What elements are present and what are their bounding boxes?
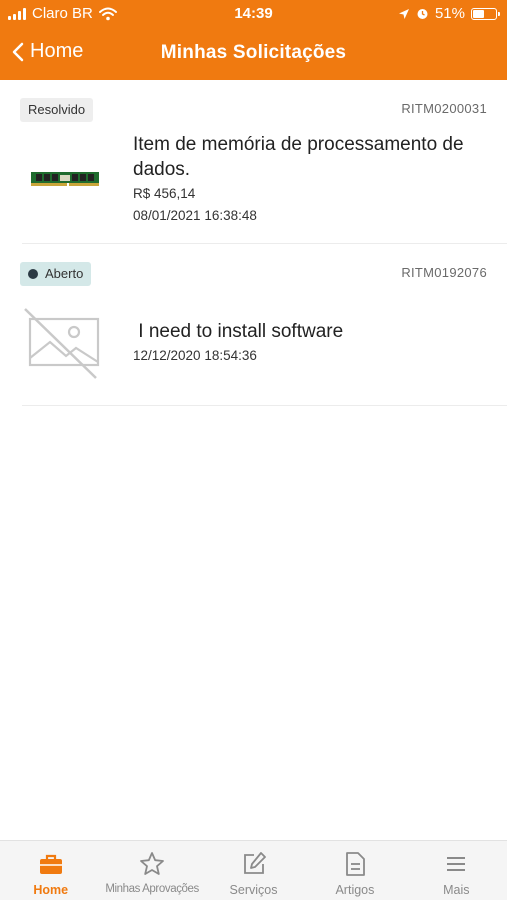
- tab-minhas-aprovacoes[interactable]: Minhas Aprovações: [101, 841, 202, 900]
- request-date: 12/12/2020 18:54:36: [133, 348, 257, 363]
- battery-percent: 51%: [434, 5, 465, 22]
- status-badge-open: Aberto: [20, 262, 92, 286]
- status-badge-resolved: Resolvido: [20, 98, 94, 122]
- edit-icon: [243, 852, 266, 874]
- star-icon: [140, 852, 165, 875]
- ram-module-image: [31, 172, 99, 186]
- status-dot-icon: [28, 269, 38, 279]
- tab-mais[interactable]: Mais: [406, 841, 507, 900]
- tab-home[interactable]: Home: [0, 841, 101, 900]
- request-title: I need to install software: [133, 321, 344, 342]
- battery-icon: [471, 7, 500, 20]
- page-title: Minhas Solicitações: [160, 42, 347, 63]
- navigation-bar: Home Minhas Solicitações: [0, 34, 507, 74]
- tab-label: Home: [33, 883, 69, 897]
- request-number: RITM0200031: [401, 101, 487, 116]
- bottom-tab-bar: Home Minhas Aprovações Serviços Artigos …: [0, 840, 507, 900]
- tab-servicos[interactable]: Serviços: [203, 841, 304, 900]
- location-icon: [398, 8, 409, 19]
- request-title: Item de memória de processamento de dado…: [133, 134, 464, 180]
- alarm-icon: [417, 9, 428, 19]
- request-price: R$ 456,14: [133, 186, 196, 201]
- tab-label: Serviços: [229, 883, 278, 897]
- no-image-placeholder-icon: [24, 308, 100, 379]
- request-item[interactable]: Aberto RITM0192076 I need to install sof…: [20, 244, 507, 406]
- tab-label: Mais: [443, 883, 470, 897]
- menu-icon: [447, 857, 466, 871]
- request-item[interactable]: Resolvido RITM0200031 Item de memória de…: [20, 80, 507, 244]
- briefcase-icon: [39, 854, 62, 874]
- request-date: 08/01/2021 16:38:48: [133, 208, 257, 223]
- app-header: Claro BR 14:39 51% Home Minhas Solicitaç…: [0, 0, 507, 80]
- request-number: RITM0192076: [401, 265, 487, 280]
- request-list: Resolvido RITM0200031 Item de memória de…: [0, 80, 507, 406]
- tab-artigos[interactable]: Artigos: [304, 841, 405, 900]
- tab-label: Minhas Aprovações: [105, 883, 199, 895]
- tab-label: Artigos: [335, 883, 375, 897]
- status-bar: Claro BR 14:39 51%: [0, 0, 507, 28]
- document-icon: [346, 852, 365, 876]
